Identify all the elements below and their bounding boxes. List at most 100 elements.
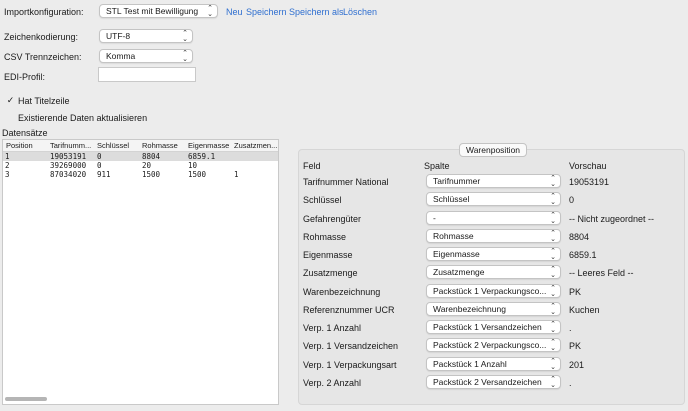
column-header[interactable]: Tarifnumm...	[50, 141, 96, 150]
table-header: Position Tarifnumm... Schlüssel Rohmasse…	[3, 140, 278, 152]
table-cell: 20	[142, 161, 152, 170]
table-row[interactable]: 2 39269000 0 20 10	[3, 161, 278, 170]
updown-chevron-icon: ⌃ ⌄	[550, 285, 556, 298]
column-mapping-value: Packstück 2 Verpackungsco...	[433, 340, 547, 350]
field-label: Eigenmasse	[303, 250, 353, 260]
table-cell: 1	[234, 170, 239, 179]
column-mapping-select[interactable]: Packstück 2 Verpackungsco... ⌃ ⌄	[426, 338, 561, 352]
aktualisieren-label: Existierende Daten aktualisieren	[18, 113, 148, 123]
column-header[interactable]: Position	[6, 141, 50, 150]
updown-chevron-icon: ⌃ ⌄	[207, 5, 213, 18]
field-label: Zusatzmenge	[303, 268, 358, 278]
table-cell: 911	[97, 170, 111, 179]
field-label: Verp. 1 Versandzeichen	[303, 341, 399, 351]
new-link[interactable]: Neu	[226, 7, 243, 17]
column-mapping-select[interactable]: Packstück 1 Verpackungsco... ⌃ ⌄	[426, 284, 561, 298]
column-mapping-select[interactable]: Rohmasse ⌃ ⌄	[426, 229, 561, 243]
table-cell: 39269000	[50, 161, 87, 170]
table-row[interactable]: 1 19053191 0 8804 6859.1	[3, 152, 278, 161]
warenposition-title: Warenposition	[459, 143, 528, 157]
delete-link[interactable]: Löschen	[343, 7, 377, 17]
field-label: Referenznummer UCR	[303, 305, 395, 315]
feld-header: Feld	[303, 161, 321, 171]
preview-value: Kuchen	[569, 305, 600, 315]
updown-chevron-icon: ⌃ ⌄	[550, 230, 556, 243]
preview-value: PK	[569, 287, 582, 297]
edi-profile-input[interactable]	[98, 67, 196, 82]
column-mapping-select[interactable]: Schlüssel ⌃ ⌄	[426, 192, 561, 206]
preview-value: -- Nicht zugeordnet --	[569, 214, 655, 224]
column-mapping-select[interactable]: Packstück 1 Anzahl ⌃ ⌄	[426, 357, 561, 371]
updown-chevron-icon: ⌃ ⌄	[550, 358, 556, 371]
column-mapping-value: Warenbezeichnung	[433, 304, 506, 314]
updown-chevron-icon: ⌃ ⌄	[550, 266, 556, 279]
column-mapping-value: Packstück 1 Versandzeichen	[433, 322, 542, 332]
table-cell: 0	[97, 161, 102, 170]
column-mapping-select[interactable]: Eigenmasse ⌃ ⌄	[426, 247, 561, 261]
encoding-select[interactable]: UTF-8 ⌃ ⌄	[99, 29, 193, 43]
column-header[interactable]: Rohmasse	[142, 141, 188, 150]
hat-titelzeile-checkbox[interactable]: ✓	[6, 96, 15, 105]
field-label: Rohmasse	[303, 232, 347, 242]
preview-value: 201	[569, 360, 585, 370]
column-header[interactable]: Schlüssel	[97, 141, 142, 150]
csv-separator-label: CSV Trennzeichen:	[4, 52, 82, 62]
updown-chevron-icon: ⌃ ⌄	[550, 175, 556, 188]
import-config-label: Importkonfiguration:	[4, 7, 84, 17]
column-mapping-value: Packstück 1 Anzahl	[433, 359, 507, 369]
field-label: Schlüssel	[303, 195, 342, 205]
column-mapping-select[interactable]: - ⌃ ⌄	[426, 211, 561, 225]
updown-chevron-icon: ⌃ ⌄	[182, 30, 188, 43]
import-config-select[interactable]: STL Test mit Bewilligung ⌃ ⌄	[99, 4, 218, 18]
field-label: Verp. 2 Anzahl	[303, 378, 362, 388]
table-cell: 2	[5, 161, 10, 170]
preview-value: -- Leeres Feld --	[569, 268, 634, 278]
column-mapping-value: Packstück 1 Verpackungsco...	[433, 286, 547, 296]
save-link[interactable]: Speichern	[246, 7, 287, 17]
updown-chevron-icon: ⌃ ⌄	[550, 339, 556, 352]
column-mapping-select[interactable]: Warenbezeichnung ⌃ ⌄	[426, 302, 561, 316]
column-mapping-select[interactable]: Packstück 2 Versandzeichen ⌃ ⌄	[426, 375, 561, 389]
preview-value: PK	[569, 341, 582, 351]
datasets-table[interactable]: Position Tarifnumm... Schlüssel Rohmasse…	[2, 139, 279, 405]
column-header[interactable]: Zusatzmen...	[234, 141, 278, 150]
updown-chevron-icon: ⌃ ⌄	[550, 212, 556, 225]
updown-chevron-icon: ⌃ ⌄	[550, 193, 556, 206]
column-mapping-value: -	[433, 213, 436, 223]
updown-chevron-icon: ⌃ ⌄	[550, 376, 556, 389]
column-mapping-select[interactable]: Zusatzmenge ⌃ ⌄	[426, 265, 561, 279]
hat-titelzeile-label: Hat Titelzeile	[18, 96, 70, 106]
save-as-link[interactable]: Speichern als	[289, 7, 344, 17]
preview-value: 19053191	[569, 177, 610, 187]
column-mapping-value: Schlüssel	[433, 194, 470, 204]
vorschau-header: Vorschau	[569, 161, 607, 171]
column-mapping-value: Zusatzmenge	[433, 267, 485, 277]
encoding-label: Zeichenkodierung:	[4, 32, 79, 42]
field-label: Tarifnummer National	[303, 177, 389, 187]
table-cell: 6859.1	[188, 152, 216, 161]
column-mapping-select[interactable]: Tarifnummer ⌃ ⌄	[426, 174, 561, 188]
import-config-value: STL Test mit Bewilligung	[106, 6, 199, 16]
updown-chevron-icon: ⌃ ⌄	[550, 321, 556, 334]
table-cell: 19053191	[50, 152, 87, 161]
horizontal-scrollbar[interactable]	[5, 397, 47, 401]
table-cell: 0	[97, 152, 102, 161]
encoding-value: UTF-8	[106, 31, 131, 41]
table-cell: 3	[5, 170, 10, 179]
column-mapping-select[interactable]: Packstück 1 Versandzeichen ⌃ ⌄	[426, 320, 561, 334]
column-header[interactable]: Eigenmasse	[188, 141, 234, 150]
preview-value: .	[569, 378, 572, 388]
table-cell: 1	[5, 152, 10, 161]
preview-value: 6859.1	[569, 250, 597, 260]
field-label: Verp. 1 Anzahl	[303, 323, 362, 333]
field-label: Verp. 1 Verpackungsart	[303, 360, 397, 370]
table-cell: 10	[188, 161, 198, 170]
aktualisieren-checkbox[interactable]	[6, 113, 15, 122]
table-cell: 1500	[142, 170, 161, 179]
updown-chevron-icon: ⌃ ⌄	[182, 50, 188, 63]
field-label: Gefahrengüter	[303, 214, 362, 224]
updown-chevron-icon: ⌃ ⌄	[550, 248, 556, 261]
csv-separator-select[interactable]: Komma ⌃ ⌄	[99, 49, 193, 63]
preview-value: 8804	[569, 232, 590, 242]
table-row[interactable]: 3 87034020 911 1500 1500 1	[3, 170, 278, 179]
